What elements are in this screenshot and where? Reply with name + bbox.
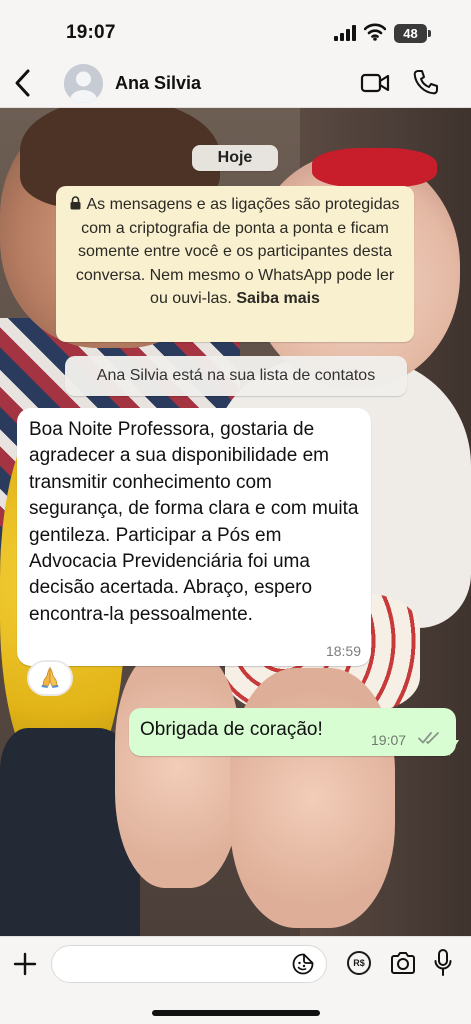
back-arrow-icon[interactable]: [10, 66, 36, 100]
outgoing-bubble-tail: [449, 740, 459, 756]
battery-level: 48: [403, 26, 418, 41]
battery-cap: [428, 30, 431, 37]
wallpaper-baby-leg-right: [230, 668, 395, 928]
message-reaction[interactable]: [27, 660, 73, 696]
lock-icon: [70, 196, 81, 210]
pix-icon[interactable]: R$: [347, 951, 371, 975]
wifi-icon: [364, 23, 386, 41]
message-input[interactable]: [51, 945, 327, 983]
phone-icon[interactable]: [412, 68, 440, 96]
praying-hands-icon: [39, 666, 61, 688]
status-time: 19:07: [66, 22, 116, 43]
contact-name[interactable]: Ana Silvia: [115, 73, 201, 94]
battery-icon: 48: [394, 24, 427, 43]
learn-more-link[interactable]: Saiba mais: [236, 290, 320, 307]
outgoing-message[interactable]: Obrigada de coração! 19:07: [129, 708, 456, 756]
read-receipt-icon: [418, 731, 442, 745]
mic-icon[interactable]: [433, 948, 453, 978]
incoming-message-time: 18:59: [325, 643, 361, 659]
incoming-message-text: Boa Noite Professora, gostaria de agrade…: [29, 419, 359, 625]
home-indicator[interactable]: [152, 1010, 320, 1016]
contact-notice[interactable]: Ana Silvia está na sua lista de contatos: [65, 356, 407, 396]
signal-icon: [334, 25, 358, 41]
input-bar: R$: [0, 936, 471, 1024]
avatar-icon[interactable]: [64, 64, 103, 103]
plus-icon[interactable]: [12, 951, 38, 977]
encryption-notice[interactable]: As mensagens e as ligações são protegida…: [56, 186, 414, 342]
video-call-icon[interactable]: [360, 70, 390, 96]
outgoing-message-text: Obrigada de coração!: [140, 719, 323, 740]
sticker-icon[interactable]: [292, 953, 314, 975]
camera-icon[interactable]: [389, 950, 417, 976]
incoming-message[interactable]: Boa Noite Professora, gostaria de agrade…: [17, 408, 371, 666]
wallpaper-baby-leg-left: [115, 648, 240, 888]
date-chip: Hoje: [192, 145, 278, 171]
wallpaper-hair-bow: [312, 148, 437, 188]
chat-header: Ana Silvia: [0, 58, 471, 108]
status-bar: 19:07 48: [0, 0, 471, 58]
outgoing-message-time: 19:07: [371, 732, 407, 748]
